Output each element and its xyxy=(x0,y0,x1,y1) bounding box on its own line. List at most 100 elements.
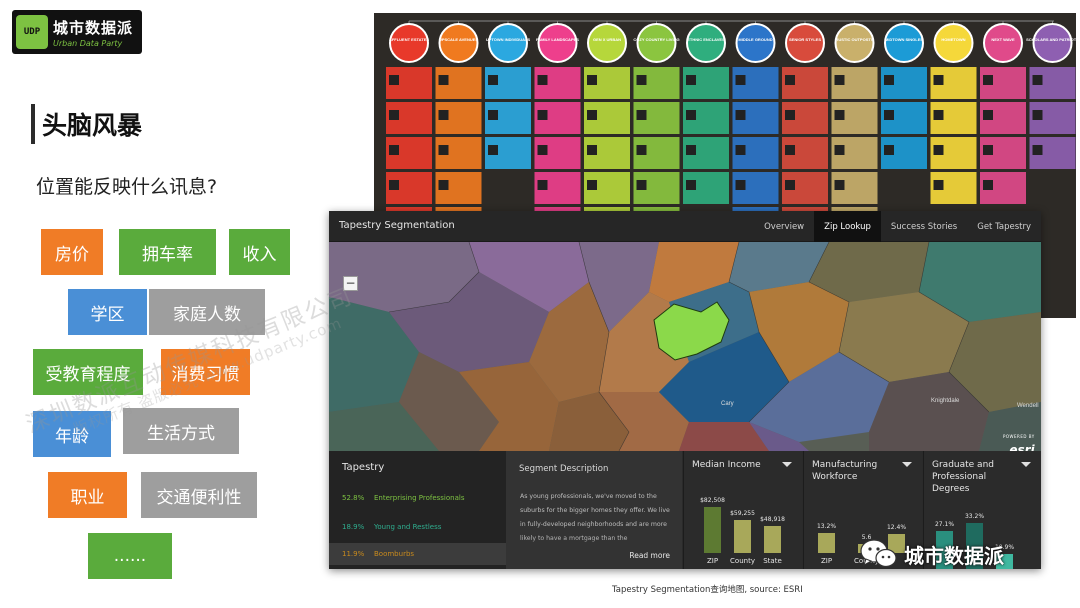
poster-segment-icon xyxy=(884,110,894,120)
poster-segment-icon xyxy=(884,75,894,85)
app-title: Tapestry Segmentation xyxy=(339,220,455,231)
poster-segment-icon xyxy=(983,75,993,85)
poster-segment-icon xyxy=(587,110,597,120)
logo-mark: UDP xyxy=(16,15,48,49)
logo-name-en: Urban Data Party xyxy=(53,38,123,48)
poster-group-label: HOMETOWN xyxy=(941,37,965,42)
poster-segment-icon xyxy=(735,75,746,85)
tapestry-row-name: Boomburbs xyxy=(374,550,415,558)
poster-segment-icon xyxy=(735,145,746,155)
tapestry-row-pct: 52.8% xyxy=(342,494,365,502)
esri-powered-by: POWERED BY xyxy=(1003,434,1035,439)
poster-segment-icon xyxy=(933,75,944,85)
poster-segment-icon xyxy=(1032,110,1043,120)
median-income-panel: Median Income $82,508 ZIP $59,255 County $48… xyxy=(683,451,802,569)
tag-income: 收入 xyxy=(229,229,290,275)
poster-segment-icon xyxy=(834,75,845,85)
tag-car-ownership: 拥车率 xyxy=(119,229,216,275)
wechat-account-name: 城市数据派 xyxy=(904,543,1004,568)
chart-data-label: $48,918 xyxy=(760,516,785,523)
poster-segment-icon xyxy=(785,145,795,155)
chart-data-label: 12.4% xyxy=(886,524,907,531)
tapestry-row-name: Enterprising Professionals xyxy=(374,494,465,502)
poster-segment-icon xyxy=(1032,75,1043,85)
tag-school-district: 学区 xyxy=(68,289,147,335)
nav-zip-lookup[interactable]: Zip Lookup xyxy=(814,211,881,242)
poster-segment-icon xyxy=(834,110,845,120)
poster-group-circle xyxy=(587,23,627,63)
poster-segment-icon xyxy=(686,110,696,120)
poster-segment-icon xyxy=(834,145,845,155)
poster-segment-icon xyxy=(438,75,449,85)
page-subtitle: 位置能反映什么讯息? xyxy=(36,176,218,198)
poster-segment-icon xyxy=(686,180,696,190)
poster-group-label: UPTOWN INDIVIDUALS xyxy=(486,37,531,42)
poster-segment-icon xyxy=(636,75,647,85)
tag-transport-convenience: 交通便利性 xyxy=(141,472,257,518)
poster-group-label: ETHNIC ENCLAVES xyxy=(687,37,725,42)
poster-group-label: AFFLUENT ESTATES xyxy=(389,37,429,42)
map-label-cary: Cary xyxy=(721,401,734,407)
nav-overview[interactable]: Overview xyxy=(754,211,814,242)
app-nav: Overview Zip Lookup Success Stories Get … xyxy=(754,211,1041,242)
chevron-down-icon[interactable] xyxy=(782,462,792,467)
poster-group-label: RUSTIC OUTPOSTS xyxy=(835,37,873,42)
tapestry-row[interactable]: 18.9% Young and Restless xyxy=(329,516,506,538)
read-more-link[interactable]: Read more xyxy=(629,551,670,560)
poster-segment-icon xyxy=(933,145,944,155)
tapestry-row[interactable]: 52.8% Enterprising Professionals xyxy=(329,487,506,509)
chart-bar xyxy=(704,507,721,553)
poster-segment-icon xyxy=(488,145,498,155)
poster-group-label: SCHOLARS AND PATRIOTS xyxy=(1026,37,1076,42)
poster-segment-icon xyxy=(785,180,795,190)
poster-segment-icon xyxy=(983,145,993,155)
poster-segment-icon xyxy=(834,180,845,190)
map-label-knightdale: Knightdale xyxy=(931,398,960,404)
poster-segment-icon xyxy=(537,180,548,190)
poster-segment-icon xyxy=(983,180,993,190)
poster-group-label: COZY COUNTRY LIVING xyxy=(633,37,679,42)
poster-segment-icon xyxy=(537,145,548,155)
poster-segment-icon xyxy=(785,110,795,120)
poster-segment-icon xyxy=(933,110,944,120)
nav-success-stories[interactable]: Success Stories xyxy=(881,211,967,242)
app-header: Tapestry Segmentation Overview Zip Looku… xyxy=(329,211,1041,242)
poster-group-circle xyxy=(438,23,479,63)
poster-segment-icon xyxy=(933,180,944,190)
nav-get-tapestry[interactable]: Get Tapestry xyxy=(967,211,1041,242)
poster-group-circle xyxy=(488,23,528,63)
tapestry-app-window: Tapestry Segmentation Overview Zip Looku… xyxy=(329,211,1041,569)
chart-data-label: 13.2% xyxy=(816,523,837,530)
tapestry-row-name: Young and Restless xyxy=(374,523,442,531)
figure-caption: Tapestry Segmentation查询地图, source: ESRI xyxy=(612,585,803,595)
page-title: 头脑风暴 xyxy=(42,111,143,140)
poster-group-circle xyxy=(537,23,578,63)
chart-bar xyxy=(734,520,751,553)
poster-segment-icon xyxy=(537,110,548,120)
chevron-down-icon[interactable] xyxy=(902,462,912,467)
poster-segment-icon xyxy=(636,110,647,120)
poster-group-circle xyxy=(686,23,726,63)
tapestry-row-pct: 11.9% xyxy=(342,550,365,558)
chart-data-label: 27.1% xyxy=(934,521,955,528)
poster-segment-icon xyxy=(735,110,746,120)
tapestry-panel-title: Tapestry xyxy=(342,462,385,473)
poster-group-label: SENIOR STYLES xyxy=(789,37,821,42)
poster-segment-icon xyxy=(389,180,399,190)
poster-group-circle xyxy=(389,23,429,63)
graduate-degrees-title: Graduate and Professional Degrees xyxy=(932,460,994,494)
map-graphic: Cary Knightdale Wendell xyxy=(329,241,1041,452)
logo: UDP 城市数据派 Urban Data Party xyxy=(12,10,142,54)
segment-description-panel: Segment Description As young professiona… xyxy=(506,451,682,569)
tapestry-row[interactable]: 11.9% Boomburbs xyxy=(329,543,506,565)
segmentation-map[interactable]: Cary Knightdale Wendell − POWERED BY esr… xyxy=(329,241,1041,457)
tag-occupation: 职业 xyxy=(48,472,127,518)
wechat-icon xyxy=(860,538,898,570)
logo-name-cn: 城市数据派 xyxy=(53,18,134,37)
poster-segment-icon xyxy=(438,110,449,120)
chart-data-label: 33.2% xyxy=(964,513,985,520)
chart-bar xyxy=(764,526,781,553)
chart-bar xyxy=(818,533,835,553)
chevron-down-icon[interactable] xyxy=(1021,462,1031,467)
chart-category-label: ZIP xyxy=(820,557,833,565)
